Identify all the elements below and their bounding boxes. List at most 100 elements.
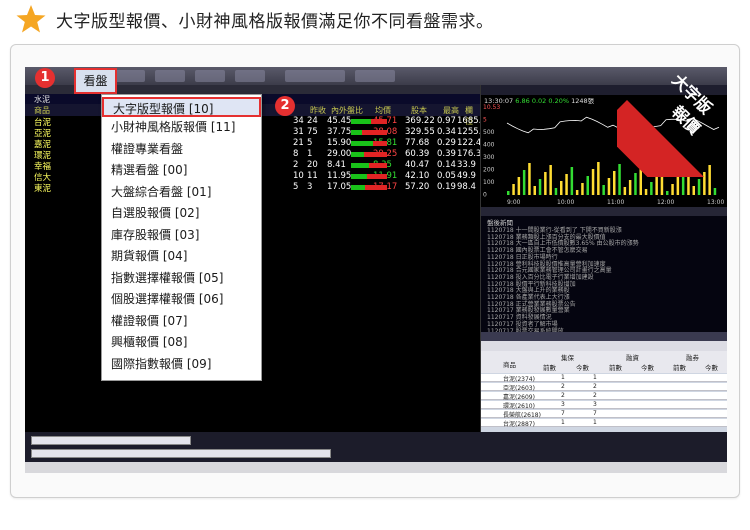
volume-bar — [613, 171, 616, 195]
x-tick-label: 13:00 — [707, 199, 724, 206]
quote-value: 15.90 — [327, 138, 352, 148]
quote-value: 40.47 — [405, 160, 430, 170]
volume-bar — [607, 178, 611, 195]
outer-volume-bar — [373, 141, 387, 146]
page-title: 大字版型報價、小財神風格版報價滿足你不同看盤需求。 — [56, 11, 494, 32]
col-header: 昨收 — [310, 106, 326, 115]
stats-value: 7 — [593, 410, 597, 417]
quote-value: 0.05 — [437, 171, 456, 181]
quote-value: 17.05 — [327, 182, 352, 192]
stats-value: 7 — [561, 410, 565, 417]
grid-subheader: 今數 — [705, 364, 718, 372]
volume-bar — [549, 165, 552, 195]
page-header: 大字版型報價、小財神風格版報價滿足你不同看盤需求。 — [16, 4, 494, 34]
outer-volume-bar — [362, 130, 387, 135]
quote-value: 10 — [293, 171, 304, 181]
menu-item[interactable]: 小財神風格版報價 [11] — [102, 117, 261, 137]
quote-value: 60.39 — [405, 149, 430, 159]
stats-row[interactable]: 長榮航(2618) 7 7 — [481, 410, 727, 419]
quote-value: 0.34 — [437, 127, 456, 137]
step-badge-1: 1 — [35, 68, 55, 88]
quote-value: 42.10 — [405, 171, 430, 181]
quote-value: 77.68 — [405, 138, 430, 148]
quote-value: 33.9 — [457, 160, 476, 170]
stats-row[interactable]: 嘉泥(2609) 2 2 — [481, 392, 727, 401]
order-input-row[interactable] — [31, 449, 331, 458]
quote-value: 0.39 — [437, 149, 456, 159]
menu-item[interactable]: 國際指數報價 [09] — [102, 354, 261, 374]
stats-grid-header: 商品 集保 融資 融券 前數 今數 前數 今數 前數 今數 — [481, 351, 727, 373]
quote-value: 11.95 — [327, 171, 352, 181]
stats-row[interactable]: 亞泥(2603) 2 2 — [481, 383, 727, 392]
stats-row[interactable]: 台泥(2887) 1 1 — [481, 419, 727, 428]
y-tick-label: 300 — [483, 154, 495, 161]
volume-bar — [602, 185, 605, 195]
volume-bar — [697, 179, 701, 195]
grid-header: 融券 — [686, 354, 699, 362]
volume-bar — [565, 174, 568, 195]
stats-name: 亞泥(2603) — [503, 385, 535, 392]
inner-volume-bar — [351, 130, 362, 135]
volume-bar — [575, 190, 579, 195]
volume-bar — [671, 184, 674, 195]
stats-row[interactable]: 環泥(2610) 3 3 — [481, 401, 727, 410]
quote-value: 329.55 — [405, 127, 435, 137]
menu-item[interactable]: 權證專業看盤 — [102, 139, 261, 159]
inner-volume-bar — [351, 185, 365, 190]
stats-value: 2 — [561, 383, 565, 390]
grid-header: 集保 — [561, 354, 574, 362]
col-header: 均價 — [375, 106, 391, 115]
quote-value: 75 — [307, 127, 318, 137]
inner-volume-bar — [351, 141, 373, 146]
grid-subheader: 前數 — [673, 364, 686, 372]
quote-value: 98.4 — [457, 182, 476, 192]
stats-value: 2 — [593, 383, 597, 390]
menu-item[interactable]: 個股選擇權報價 [06] — [102, 289, 261, 309]
grid-header: 商品 — [503, 361, 516, 369]
menu-item[interactable]: 權證報價 [07] — [102, 311, 261, 331]
menu-item[interactable]: 期貨報價 [04] — [102, 246, 261, 266]
menu-item[interactable]: 庫存股報價 [03] — [102, 225, 261, 245]
stats-name: 台泥(2887) — [503, 421, 535, 428]
order-input-row[interactable] — [31, 436, 191, 445]
menu-item[interactable]: 自選股報價 [02] — [102, 203, 261, 223]
menu-item[interactable]: 指數選擇權報價 [05] — [102, 268, 261, 288]
stats-value: 1 — [561, 374, 565, 381]
stats-value: 2 — [561, 392, 565, 399]
star-icon — [16, 5, 46, 33]
menu-item[interactable]: 興櫃報價 [08] — [102, 332, 261, 352]
quote-value: 45.45 — [327, 116, 352, 126]
quote-value: 34 — [293, 116, 304, 126]
grid-subheader: 今數 — [641, 364, 654, 372]
quote-value: 11 — [307, 171, 318, 181]
watch-menu-button[interactable]: 看盤 — [74, 68, 117, 94]
quote-value: 20 — [307, 160, 318, 170]
outer-volume-bar — [367, 174, 387, 179]
menu-item[interactable]: 精選看盤 [00] — [102, 160, 261, 180]
volume-bar — [507, 191, 510, 195]
volume-bar — [581, 183, 584, 195]
volume-bar — [554, 188, 558, 195]
stats-tab-bar[interactable] — [481, 332, 727, 341]
volume-bar — [591, 169, 595, 195]
inner-volume-bar — [351, 152, 364, 157]
y-tick-label: 0 — [483, 192, 487, 199]
stats-value: 1 — [593, 374, 597, 381]
y-tick-label: 200 — [483, 167, 495, 174]
outer-volume-bar — [369, 163, 387, 168]
quote-value: 1 — [307, 149, 313, 159]
col-header: 股本 — [411, 106, 427, 115]
stats-toolbar[interactable] — [481, 341, 727, 351]
news-panel: 盤後新聞 1120718 十一間股業行-從看到了 下開不買新股漲 1120718 … — [480, 207, 727, 334]
quote-value: 8.41 — [327, 160, 346, 170]
quote-value: 3 — [307, 182, 313, 192]
news-tab-bar[interactable] — [481, 207, 727, 216]
menu-item[interactable]: 大字版型報價 [10] — [102, 97, 261, 117]
volume-bar — [676, 177, 680, 195]
watch-dropdown-menu: 大字版型報價 [10] 小財神風格版報價 [11] 權證專業看盤 精選看盤 [00] 大… — [101, 94, 262, 381]
quote-value: 31 — [293, 127, 304, 137]
menu-item[interactable]: 大盤綜合看盤 [01] — [102, 182, 261, 202]
stats-row[interactable]: 台泥(2374) 1 1 — [481, 374, 727, 383]
inner-volume-bar — [351, 163, 369, 168]
x-tick-label: 9:00 — [507, 199, 521, 206]
